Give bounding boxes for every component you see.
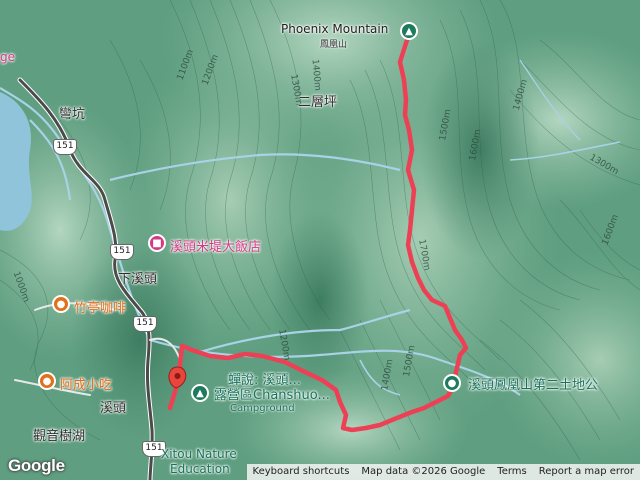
mountain-peak-icon[interactable]: ▲ <box>400 22 418 40</box>
hotel-icon[interactable]: ■ <box>148 234 166 252</box>
poi-campground-line1[interactable]: 蟬說: 溪頭... <box>228 374 301 388</box>
report-error-link[interactable]: Report a map error <box>533 464 640 480</box>
campground-icon[interactable]: ▲ <box>191 384 209 402</box>
cafe-icon[interactable]: ● <box>52 295 70 313</box>
poi-campground-line3: Campground <box>230 403 295 414</box>
road-shield-151: 151 <box>53 139 77 155</box>
place-wankeng[interactable]: 彎坑 <box>59 103 85 122</box>
poi-campground-line2[interactable]: 露營區Chanshuo... <box>214 389 330 403</box>
map-attribution-bar: Keyboard shortcuts Map data ©2026 Google… <box>246 464 640 480</box>
place-erchengping[interactable]: 二層坪 <box>298 91 337 110</box>
place-icon[interactable]: ● <box>443 374 461 392</box>
terms-link[interactable]: Terms <box>491 464 532 480</box>
poi-nature-line1[interactable]: Xitou Nature <box>161 447 237 461</box>
road-shield-151: 151 <box>110 244 134 260</box>
poi-hotel[interactable]: 溪頭米堤大飯店 <box>170 236 261 255</box>
restaurant-icon[interactable]: ● <box>38 372 56 390</box>
map-data-text: Map data ©2026 Google <box>361 466 486 477</box>
keyboard-shortcuts-link[interactable]: Keyboard shortcuts <box>247 464 356 480</box>
place-xiaxitou[interactable]: 下溪頭 <box>118 268 157 287</box>
peak-name-zh: 鳳凰山 <box>320 40 348 50</box>
google-logo[interactable]: Google <box>8 456 65 476</box>
poi-cafe[interactable]: 竹亭咖啡 <box>74 297 126 316</box>
poi-nature-line2[interactable]: Education <box>170 462 230 476</box>
place-guanyinshuhu[interactable]: 觀音樹湖 <box>33 425 85 444</box>
road-shield-151: 151 <box>133 316 157 332</box>
poi-restaurant[interactable]: 阿成小吃 <box>60 374 112 393</box>
peak-name-en[interactable]: Phoenix Mountain <box>281 22 388 36</box>
place-xitou[interactable]: 溪頭 <box>100 397 126 416</box>
poi-shrine[interactable]: 溪頭鳳凰山第二土地公 <box>468 379 598 393</box>
truncated-label: ge <box>0 50 15 64</box>
